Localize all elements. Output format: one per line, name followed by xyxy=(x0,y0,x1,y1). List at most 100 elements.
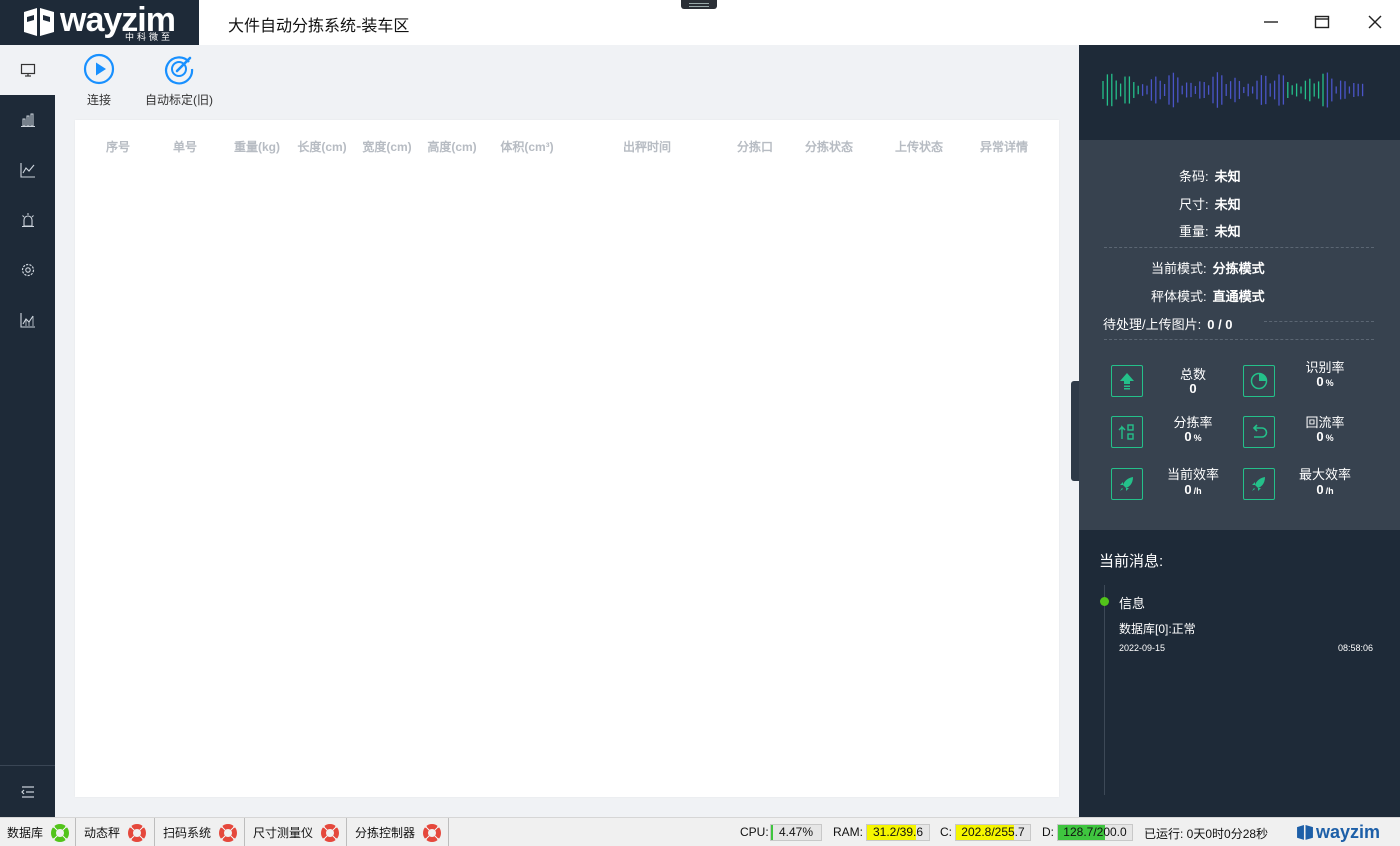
column-header[interactable]: 分拣状态 xyxy=(805,138,853,155)
sidebar-collapse-button[interactable] xyxy=(0,767,55,817)
current-eff-value: 0/h xyxy=(1184,482,1202,497)
device-status-dynamic-scale[interactable]: 动态秤 xyxy=(77,818,155,846)
total-stat-icon-box xyxy=(1111,365,1143,397)
barcode-label: 条码: xyxy=(1179,169,1209,184)
size-row: 尺寸: 未知 xyxy=(1179,194,1241,213)
device-status-sort-controller[interactable]: 分拣控制器 xyxy=(348,818,449,846)
status-error-icon xyxy=(219,823,238,842)
column-header[interactable]: 高度(cm) xyxy=(427,138,476,155)
device-status-dimensioner[interactable]: 尺寸测量仪 xyxy=(246,818,347,846)
close-button[interactable] xyxy=(1360,8,1390,36)
menu-collapse-icon xyxy=(20,786,34,798)
column-header[interactable]: 分拣口 xyxy=(737,138,773,155)
sort-stat-icon-box xyxy=(1111,416,1143,448)
main-area: 连接 自动标定(旧) 序号 单号 重量(kg) 长度(cm) 宽度(cm) 高度… xyxy=(55,45,1079,817)
message-time: 08:58:06 xyxy=(1337,643,1373,653)
max-eff-value: 0/h xyxy=(1316,482,1334,497)
column-header[interactable]: 体积(cm³) xyxy=(500,138,553,155)
weight-row: 重量: 未知 xyxy=(1179,221,1241,240)
right-panel: 条码: 未知 尺寸: 未知 重量: 未知 当前模式: 分拣模式 秤体模式: 直通模式 待处… xyxy=(1079,45,1400,817)
disk-c-value: 202.8/255.7 xyxy=(961,825,1025,839)
scale-mode-label: 秤体模式: xyxy=(1151,289,1207,304)
upload-arrow-icon xyxy=(1120,373,1134,390)
scale-mode-row: 秤体模式: 直通模式 xyxy=(1151,286,1265,305)
reflow-rate-value: 0% xyxy=(1316,429,1334,444)
device-name: 尺寸测量仪 xyxy=(253,826,314,840)
column-header[interactable]: 宽度(cm) xyxy=(362,138,411,155)
size-value: 未知 xyxy=(1214,197,1241,212)
logo-cube-icon xyxy=(24,7,54,36)
maximize-button[interactable] xyxy=(1307,8,1337,36)
max-eff-icon-box xyxy=(1243,468,1275,500)
device-status-database[interactable]: 数据库 xyxy=(0,818,76,846)
sidebar-divider xyxy=(0,765,55,766)
sidebar-item-report[interactable] xyxy=(0,295,55,345)
close-icon xyxy=(1368,15,1382,29)
sort-switch-icon xyxy=(1118,424,1134,440)
barcode-row: 条码: 未知 xyxy=(1179,166,1241,185)
total-value: 0 xyxy=(1189,381,1197,396)
connect-button[interactable]: 连接 xyxy=(83,53,115,108)
barcode-value: 未知 xyxy=(1214,169,1241,184)
divider xyxy=(1104,339,1374,340)
device-status-scanner[interactable]: 扫码系统 xyxy=(156,818,245,846)
recog-stat-icon-box xyxy=(1243,365,1275,397)
auto-calibrate-button[interactable]: 自动标定(旧) xyxy=(145,53,213,108)
sidebar-item-settings[interactable] xyxy=(0,245,55,295)
pie-icon xyxy=(1250,372,1268,390)
device-name: 扫码系统 xyxy=(163,826,212,840)
disk-c-label: C: xyxy=(940,825,952,839)
status-ok-icon xyxy=(51,823,70,842)
minimize-button[interactable] xyxy=(1256,8,1286,36)
logo-subtitle: 中科微至 xyxy=(125,32,174,42)
window-title: 大件自动分拣系统-装车区 xyxy=(228,18,410,35)
drag-handle[interactable] xyxy=(681,0,717,9)
gear-icon xyxy=(21,263,34,277)
column-header[interactable]: 重量(kg) xyxy=(234,138,280,155)
weight-value: 未知 xyxy=(1214,224,1241,239)
column-header[interactable]: 上传状态 xyxy=(895,138,943,155)
pending-images-label: 待处理/上传图片: xyxy=(1103,317,1202,332)
ram-label: RAM: xyxy=(833,825,863,839)
disk-d-label: D: xyxy=(1042,825,1054,839)
play-icon xyxy=(83,53,115,85)
column-header[interactable]: 长度(cm) xyxy=(297,138,346,155)
status-error-icon xyxy=(128,823,147,842)
timeline-line xyxy=(1104,585,1105,795)
divider xyxy=(1104,247,1374,248)
sidebar-item-analysis[interactable] xyxy=(0,145,55,195)
alarm-icon xyxy=(21,213,34,227)
column-header[interactable]: 出秤时间 xyxy=(623,138,671,155)
max-eff-label: 最大效率 xyxy=(1298,467,1351,482)
weight-label: 重量: xyxy=(1179,224,1209,239)
monitor-icon xyxy=(20,63,35,77)
sidebar-item-alarm[interactable] xyxy=(0,195,55,245)
device-name: 动态秤 xyxy=(84,826,121,840)
calibrate-icon xyxy=(165,56,194,85)
right-panel-toggle[interactable] xyxy=(1071,381,1079,481)
message-text: 数据库[0]:正常 xyxy=(1119,622,1196,636)
status-error-icon xyxy=(423,823,442,842)
status-error-icon xyxy=(321,823,340,842)
mode-value: 分拣模式 xyxy=(1212,261,1265,276)
current-eff-icon-box xyxy=(1111,468,1143,500)
disk-c-meter: 202.8/255.7 xyxy=(955,824,1031,841)
rocket-icon xyxy=(1252,477,1265,491)
device-name: 分拣控制器 xyxy=(355,826,416,840)
scale-mode-value: 直通模式 xyxy=(1212,289,1265,304)
sidebar-item-statistics[interactable] xyxy=(0,95,55,145)
column-header[interactable]: 单号 xyxy=(173,138,197,155)
sort-rate-value: 0% xyxy=(1184,429,1202,444)
footer-logo-text: wayzim xyxy=(1316,822,1381,842)
minimize-icon xyxy=(1264,21,1278,23)
column-header[interactable]: 序号 xyxy=(106,138,130,155)
parcel-info-panel: 条码: 未知 尺寸: 未知 重量: 未知 当前模式: 分拣模式 秤体模式: 直通模式 待处… xyxy=(1079,140,1400,530)
rocket-icon xyxy=(1120,477,1133,491)
column-header[interactable]: 异常详情 xyxy=(980,138,1028,155)
size-label: 尺寸: xyxy=(1179,197,1209,212)
ram-value: 31.2/39.6 xyxy=(872,825,924,839)
pending-images-value: 0 / 0 xyxy=(1207,317,1233,332)
mode-label: 当前模式: xyxy=(1151,261,1207,276)
waveform-graphic xyxy=(1102,72,1364,108)
sidebar-item-monitor[interactable] xyxy=(0,45,55,95)
